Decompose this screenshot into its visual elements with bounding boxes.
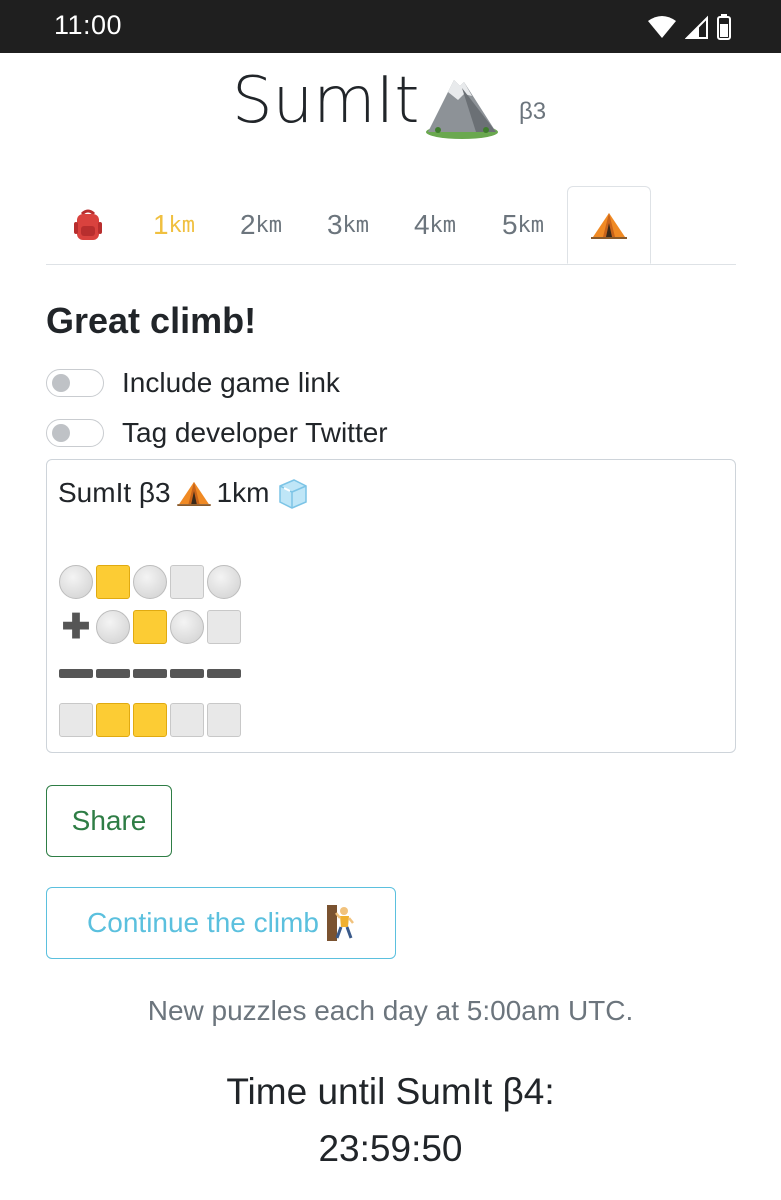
yellow-square-icon	[133, 703, 167, 737]
page-title: SumIt	[232, 64, 420, 138]
version-label: β3	[519, 98, 547, 125]
tab-summit[interactable]	[567, 186, 651, 264]
share-text-area[interactable]: SumIt β3 1km ✚	[46, 459, 736, 753]
yellow-square-icon	[133, 610, 167, 644]
tab-2km[interactable]: 2 km	[223, 186, 299, 264]
tab-1km-unit: km	[168, 212, 196, 238]
dash-icon	[59, 656, 93, 690]
toggle-tag-twitter: Tag developer Twitter	[46, 417, 388, 449]
countdown-label: Time until SumIt β4:	[226, 1071, 555, 1112]
plus-icon: ✚	[61, 608, 91, 646]
ice-cube-icon	[278, 479, 307, 509]
tab-3km-label: 3	[326, 209, 343, 240]
toggle-include-link: Include game link	[46, 367, 340, 399]
header: SumIt β3	[0, 62, 781, 142]
battery-icon	[717, 14, 731, 40]
white-circle-icon	[96, 610, 130, 644]
level-tabs: 1 km 2 km 3 km 4 km 5 km	[46, 186, 736, 265]
dash-icon	[96, 656, 130, 690]
white-square-icon	[207, 703, 241, 737]
status-bar: 11:00	[0, 0, 781, 53]
continue-climb-label: Continue the climb	[87, 907, 319, 938]
tab-2km-label: 2	[239, 209, 256, 240]
tab-5km[interactable]: 5 km	[485, 186, 561, 264]
mountain-icon	[426, 80, 498, 139]
white-square-icon	[59, 703, 93, 737]
share-grid-row: ✚	[59, 610, 241, 644]
include-link-label: Include game link	[122, 367, 340, 398]
tab-5km-label: 5	[501, 209, 518, 240]
tab-4km-label: 4	[413, 209, 430, 240]
dash-icon	[170, 656, 204, 690]
tab-4km-unit: km	[429, 212, 457, 238]
tent-icon	[591, 213, 627, 239]
status-icons	[647, 14, 731, 40]
continue-climb-button[interactable]: Continue the climb	[46, 887, 396, 959]
dash-icon	[133, 656, 167, 690]
signal-icon	[685, 15, 708, 39]
climber-icon	[326, 905, 354, 941]
switch-knob	[52, 424, 70, 442]
daily-info-text: New puzzles each day at 5:00am UTC.	[147, 995, 634, 1026]
wifi-icon	[648, 16, 676, 38]
tab-1km-label: 1	[152, 209, 169, 240]
tab-2km-unit: km	[255, 212, 283, 238]
status-time: 11:00	[54, 10, 123, 40]
white-square-icon	[170, 703, 204, 737]
white-square-icon	[207, 610, 241, 644]
share-prefix: SumIt β3	[58, 477, 171, 508]
yellow-square-icon	[96, 703, 130, 737]
tent-icon	[176, 481, 211, 506]
share-grid-row	[59, 703, 241, 737]
countdown-timer: 23:59:50	[318, 1128, 463, 1169]
tag-twitter-switch[interactable]	[46, 419, 104, 447]
dash-icon	[207, 656, 241, 690]
tab-3km-unit: km	[342, 212, 370, 238]
tab-4km[interactable]: 4 km	[397, 186, 473, 264]
white-circle-icon	[170, 610, 204, 644]
tab-1km[interactable]: 1 km	[136, 186, 212, 264]
yellow-square-icon	[96, 565, 130, 599]
white-circle-icon	[207, 565, 241, 599]
white-square-icon	[170, 565, 204, 599]
backpack-icon	[74, 209, 102, 240]
share-grid-row	[59, 656, 241, 690]
white-circle-icon	[133, 565, 167, 599]
tag-twitter-label: Tag developer Twitter	[122, 417, 388, 448]
tab-5km-unit: km	[517, 212, 545, 238]
white-circle-icon	[59, 565, 93, 599]
include-link-switch[interactable]	[46, 369, 104, 397]
share-button[interactable]: Share	[46, 785, 172, 857]
result-heading: Great climb!	[46, 300, 257, 341]
share-grid-row	[59, 565, 241, 599]
tab-backpack[interactable]	[46, 186, 130, 264]
share-suffix: 1km	[216, 477, 270, 508]
switch-knob	[52, 374, 70, 392]
tab-3km[interactable]: 3 km	[310, 186, 386, 264]
share-first-line: SumIt β3 1km	[58, 476, 310, 510]
